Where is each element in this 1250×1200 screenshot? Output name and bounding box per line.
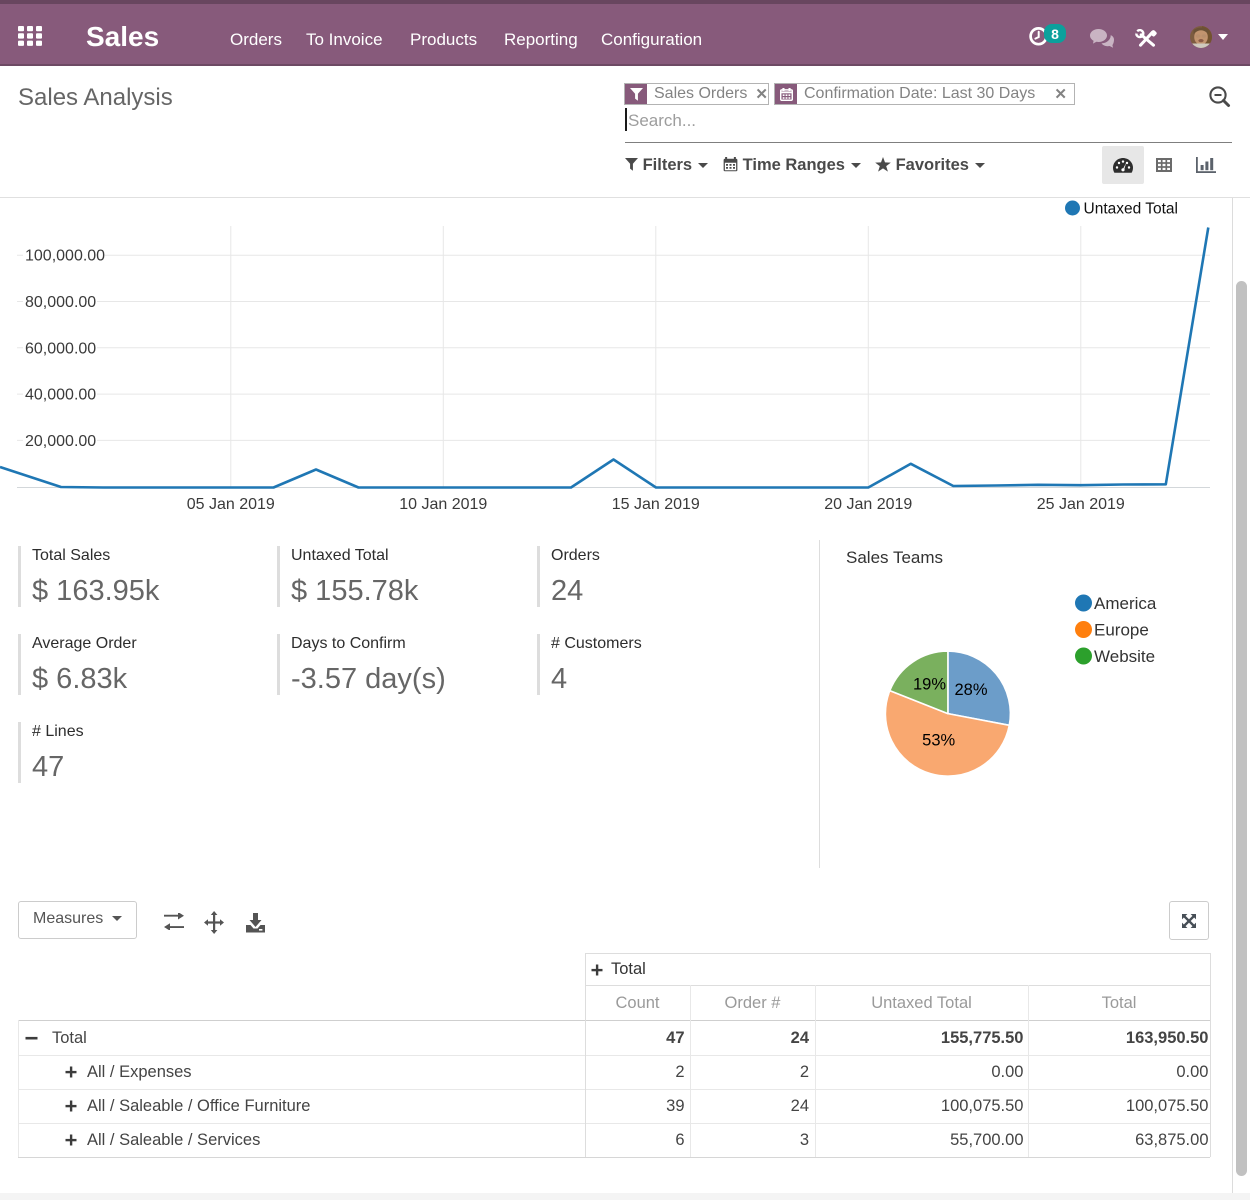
svg-text:10 Jan 2019: 10 Jan 2019 xyxy=(399,496,487,513)
svg-text:Website: Website xyxy=(1094,647,1155,666)
svg-text:20,000.00: 20,000.00 xyxy=(25,433,96,450)
svg-text:28%: 28% xyxy=(954,681,987,699)
svg-text:20 Jan 2019: 20 Jan 2019 xyxy=(824,496,912,513)
svg-text:America: America xyxy=(1094,594,1157,613)
svg-text:Europe: Europe xyxy=(1094,621,1149,640)
svg-text:40,000.00: 40,000.00 xyxy=(25,387,96,404)
svg-text:15 Jan 2019: 15 Jan 2019 xyxy=(612,496,700,513)
svg-text:80,000.00: 80,000.00 xyxy=(25,294,96,311)
svg-text:19%: 19% xyxy=(913,676,946,694)
svg-text:100,000.00: 100,000.00 xyxy=(25,248,105,265)
svg-text:25 Jan 2019: 25 Jan 2019 xyxy=(1037,496,1125,513)
svg-text:05 Jan 2019: 05 Jan 2019 xyxy=(187,496,275,513)
svg-text:53%: 53% xyxy=(922,732,955,750)
svg-text:Untaxed Total: Untaxed Total xyxy=(1084,201,1179,218)
svg-text:60,000.00: 60,000.00 xyxy=(25,340,96,357)
